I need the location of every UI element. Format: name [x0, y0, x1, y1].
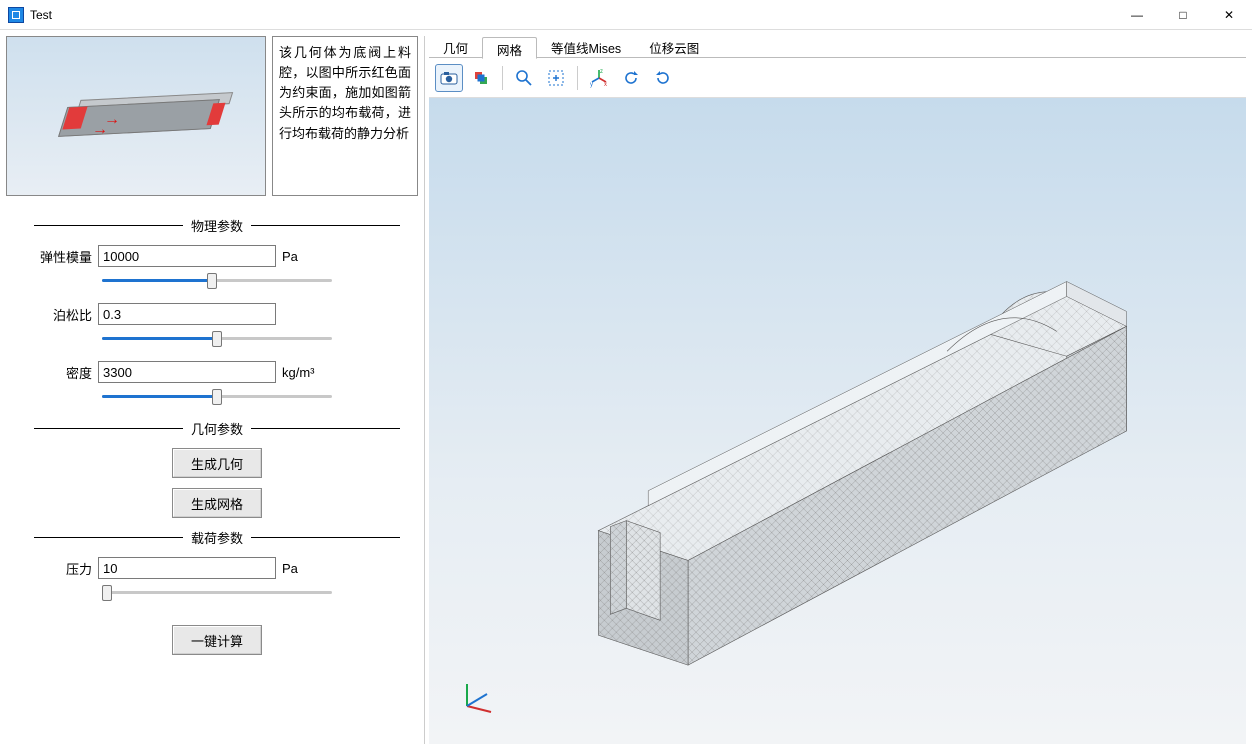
section-physical: 物理参数 [34, 216, 400, 235]
pressure-input[interactable] [98, 557, 276, 579]
app-icon [8, 7, 24, 23]
description-text: 该几何体为底阀上料腔，以图中所示红色面为约束面，施加如图箭头所示的均布载荷，进行… [272, 36, 418, 196]
svg-text:x: x [604, 82, 607, 88]
pressure-label: 压力 [34, 559, 92, 578]
side-panel: → → 该几何体为底阀上料腔，以图中所示红色面为约束面，施加如图箭头所示的均布载… [6, 36, 418, 744]
window-title: Test [30, 8, 52, 22]
tab-1[interactable]: 网格 [482, 37, 537, 59]
viewer-tabs: 几何网格等值线Mises位移云图 [429, 36, 1246, 58]
viewer-panel: 几何网格等值线Mises位移云图 z x y [424, 36, 1246, 744]
poisson-slider[interactable] [102, 329, 332, 347]
pressure-unit: Pa [282, 561, 322, 576]
young-label: 弹性模量 [34, 247, 92, 266]
tab-2[interactable]: 等值线Mises [537, 36, 635, 58]
section-load: 载荷参数 [34, 528, 400, 547]
tab-3[interactable]: 位移云图 [635, 36, 713, 58]
viewer-toolbar: z x y [429, 58, 1246, 98]
viewport-3d[interactable] [429, 98, 1246, 744]
titlebar: Test — □ ✕ [0, 0, 1252, 30]
camera-icon[interactable] [435, 64, 463, 92]
young-input[interactable] [98, 245, 276, 267]
young-unit: Pa [282, 249, 322, 264]
triad-icon [457, 676, 497, 716]
density-unit: kg/m³ [282, 365, 322, 380]
fit-icon[interactable] [542, 64, 570, 92]
tab-0[interactable]: 几何 [429, 36, 482, 58]
rotate-cw-icon[interactable] [649, 64, 677, 92]
zoom-icon[interactable] [510, 64, 538, 92]
density-input[interactable] [98, 361, 276, 383]
axes-icon[interactable]: z x y [585, 64, 613, 92]
svg-text:z: z [600, 69, 603, 75]
maximize-button[interactable]: □ [1160, 0, 1206, 30]
rotate-ccw-icon[interactable] [617, 64, 645, 92]
poisson-input[interactable] [98, 303, 276, 325]
box-color-icon[interactable] [467, 64, 495, 92]
pressure-slider[interactable] [102, 583, 332, 601]
section-geometry: 几何参数 [34, 419, 400, 438]
generate-geometry-button[interactable]: 生成几何 [172, 448, 262, 478]
model-thumbnail: → → [6, 36, 266, 196]
density-label: 密度 [34, 363, 92, 382]
svg-text:y: y [590, 82, 593, 88]
generate-mesh-button[interactable]: 生成网格 [172, 488, 262, 518]
minimize-button[interactable]: — [1114, 0, 1160, 30]
young-slider[interactable] [102, 271, 332, 289]
one-click-compute-button[interactable]: 一键计算 [172, 625, 262, 655]
poisson-label: 泊松比 [34, 305, 92, 324]
close-button[interactable]: ✕ [1206, 0, 1252, 30]
density-slider[interactable] [102, 387, 332, 405]
